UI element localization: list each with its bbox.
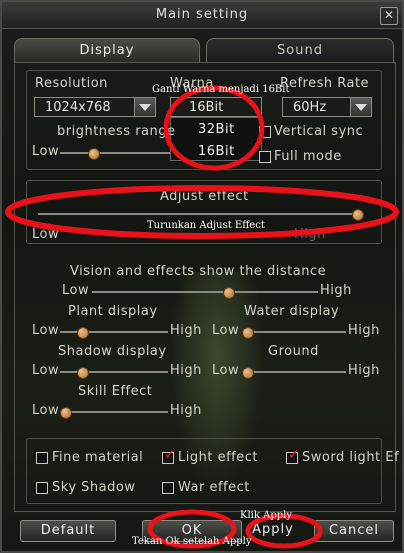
apply-annotation: Klik Apply	[240, 510, 292, 521]
warna-circle-mark	[163, 85, 265, 171]
ok-annotation: Tekan Ok setelah Apply	[132, 536, 252, 547]
main-setting-window: Main setting ✕ Display Sound Resolution …	[0, 0, 404, 553]
adjust-annotation: Turunkan Adjust Effect	[147, 220, 265, 231]
warna-annotation: Ganti Warna menjadi 16Bit	[152, 84, 290, 95]
